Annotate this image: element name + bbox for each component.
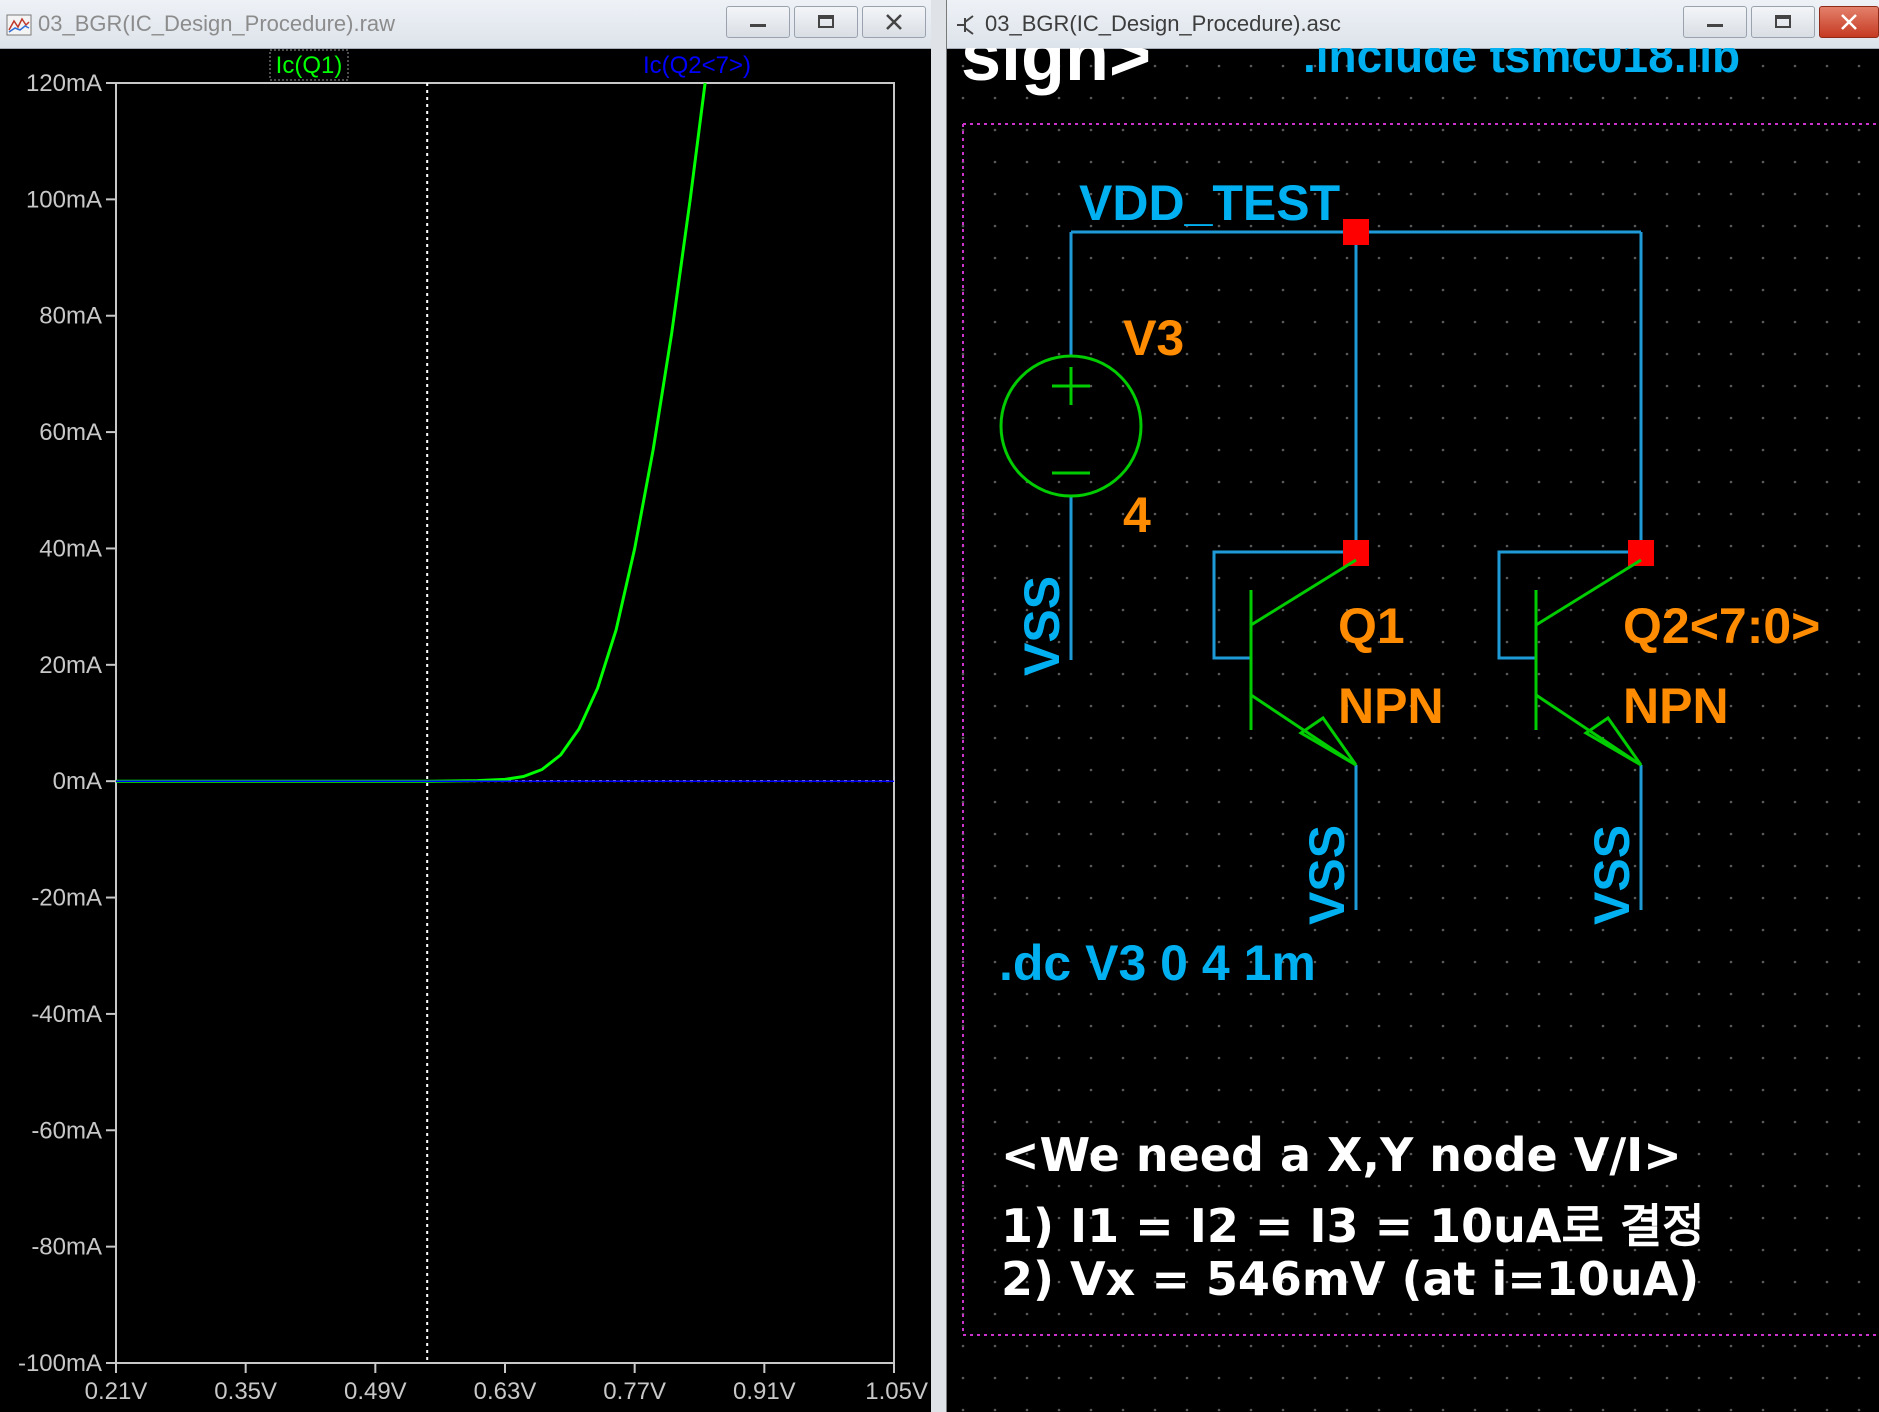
plot-frame <box>115 82 895 1364</box>
waveform-plot[interactable]: 120mA 100mA 80mA 60mA 40mA 20mA 0mA -20mA -40mA -… <box>0 48 931 1412</box>
y-axis: 120mA 100mA 80mA 60mA 40mA 20mA 0mA -20mA -40mA -… <box>18 70 116 1377</box>
maximize-button[interactable] <box>1751 6 1815 38</box>
minimize-button[interactable] <box>1683 6 1747 38</box>
header-fragment: sign> <box>961 48 1151 96</box>
net-label-vdd[interactable]: VDD_TEST <box>1079 175 1340 231</box>
window-title: 03_BGR(IC_Design_Procedure).asc <box>985 11 1341 36</box>
ground-label-vss[interactable]: VSS <box>1584 825 1640 925</box>
x-tick-label: 0.91V <box>733 1378 796 1405</box>
q1-model-label[interactable]: NPN <box>1338 678 1444 734</box>
y-tick-label: 20mA <box>39 652 102 679</box>
trace-label-ic-q2[interactable]: Ic(Q2<7>) <box>643 52 751 79</box>
y-tick-label: -40mA <box>31 1001 102 1028</box>
x-tick-label: 0.49V <box>344 1378 407 1405</box>
ground-label-vss[interactable]: VSS <box>1299 825 1355 925</box>
waveform-app-icon <box>6 14 32 36</box>
close-button[interactable] <box>862 6 926 38</box>
note-line-3[interactable]: 2) Vx = 546mV (at i=10uA) <box>1001 1252 1699 1306</box>
window-title: 03_BGR(IC_Design_Procedure).raw <box>38 11 396 36</box>
dc-sweep-directive[interactable]: .dc V3 0 4 1m <box>999 935 1316 991</box>
maximize-icon <box>1775 15 1791 28</box>
x-tick-label: 0.35V <box>214 1378 277 1405</box>
trace-label-ic-q1[interactable]: Ic(Q1) <box>276 52 343 79</box>
note-line-2[interactable]: 1) I1 = I2 = I3 = 10uA로 결정 <box>1001 1190 1704 1256</box>
minimize-button[interactable] <box>726 6 790 38</box>
waveform-window[interactable]: 03_BGR(IC_Design_Procedure).raw 120mA 100… <box>0 0 932 1412</box>
x-tick-label: 0.63V <box>474 1378 537 1405</box>
series-line-ic-q1[interactable] <box>116 82 707 783</box>
y-tick-label: -100mA <box>18 1350 102 1377</box>
y-tick-label: 100mA <box>26 186 102 213</box>
y-tick-label: 120mA <box>26 70 102 97</box>
note-line-1[interactable]: <We need a X,Y node V/I> <box>1001 1128 1682 1182</box>
y-tick-label: -20mA <box>31 885 102 912</box>
x-axis: 0.21V 0.35V 0.49V 0.63V 0.77V 0.91V 1.05V <box>85 1363 928 1405</box>
q2-name-label[interactable]: Q2<7:0> <box>1623 598 1820 654</box>
x-tick-label: 1.05V <box>865 1378 928 1405</box>
q2-model-label[interactable]: NPN <box>1623 678 1729 734</box>
y-tick-label: 80mA <box>39 303 102 330</box>
minimize-icon <box>1707 24 1723 27</box>
schematic-window[interactable]: 03_BGR(IC_Design_Procedure).asc sign> .i… <box>946 0 1879 1412</box>
series-layer <box>116 82 894 783</box>
x-tick-label: 0.21V <box>85 1378 148 1405</box>
maximize-button[interactable] <box>794 6 858 38</box>
y-tick-label: -60mA <box>31 1117 102 1144</box>
schematic-app-icon <box>957 15 974 35</box>
window-gap <box>931 0 946 1412</box>
close-icon <box>1841 14 1857 30</box>
ground-label-vss[interactable]: VSS <box>1014 576 1070 676</box>
maximize-icon <box>818 15 834 28</box>
source-name-label[interactable]: V3 <box>1123 310 1184 366</box>
waveform-titlebar[interactable]: 03_BGR(IC_Design_Procedure).raw <box>0 0 931 49</box>
y-tick-label: 40mA <box>39 535 102 562</box>
include-directive[interactable]: .include tsmc018.lib <box>1303 48 1740 82</box>
x-tick-label: 0.77V <box>603 1378 666 1405</box>
y-tick-label: 0mA <box>53 768 102 795</box>
close-button[interactable] <box>1819 6 1879 38</box>
q1-name-label[interactable]: Q1 <box>1338 598 1405 654</box>
schematic-titlebar[interactable]: 03_BGR(IC_Design_Procedure).asc <box>947 0 1879 49</box>
y-tick-label: 60mA <box>39 419 102 446</box>
close-icon <box>886 14 902 30</box>
y-tick-label: -80mA <box>31 1234 102 1261</box>
source-value-label[interactable]: 4 <box>1123 487 1151 543</box>
minimize-icon <box>750 24 766 27</box>
